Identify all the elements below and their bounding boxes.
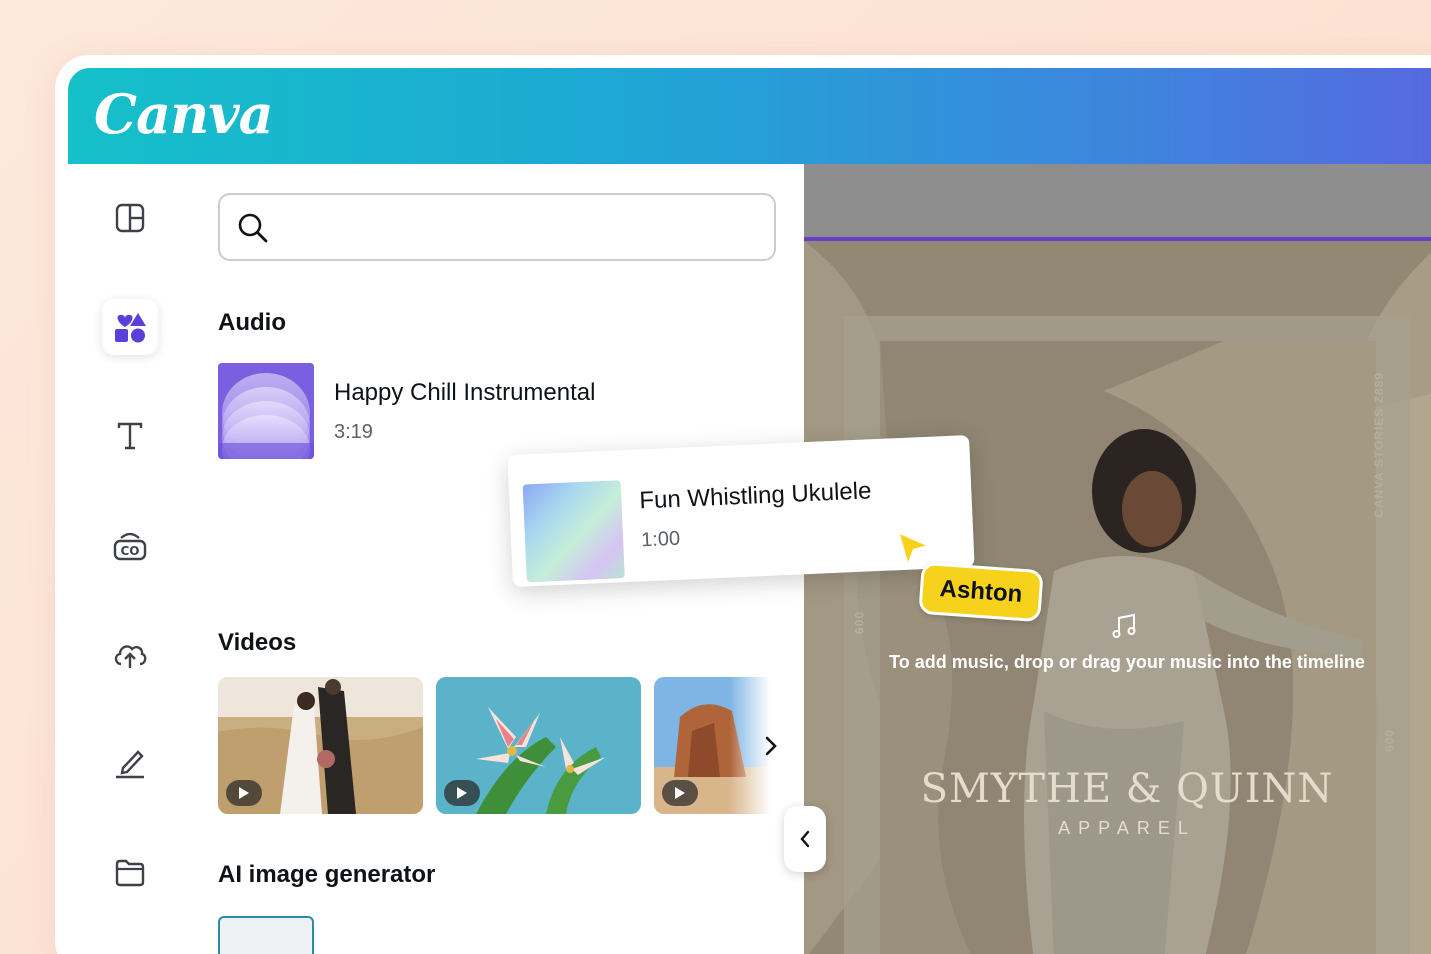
text-icon[interactable] [102, 408, 158, 464]
side-rail: CO [68, 164, 188, 954]
dragging-audio-thumbnail [522, 480, 625, 583]
canvas-side-number-right: 009 [1382, 730, 1396, 754]
videos-heading: Videos [218, 629, 297, 656]
music-note-icon [1110, 612, 1138, 645]
design-icon[interactable] [102, 190, 158, 246]
audio-item-duration: 3:19 [334, 421, 373, 443]
play-icon[interactable] [444, 780, 480, 806]
search-input[interactable] [284, 205, 764, 249]
audio-heading: Audio [218, 309, 286, 336]
audio-thumbnail[interactable] [218, 363, 314, 459]
collaborator-name-tag: Ashton [918, 561, 1044, 623]
video-thumbnail-desert[interactable] [654, 677, 770, 814]
play-icon[interactable] [226, 780, 262, 806]
drop-hint-text: To add music, drop or drag your music in… [889, 652, 1365, 672]
dragging-audio-title: Fun Whistling Ukulele [638, 477, 872, 515]
canva-logo[interactable]: Canva [94, 82, 274, 146]
design-photo[interactable] [804, 241, 1431, 954]
collaborator-cursor-icon [894, 528, 934, 573]
draw-icon[interactable] [102, 735, 158, 791]
projects-icon[interactable] [102, 844, 158, 900]
video-thumbnail-lilies[interactable] [436, 677, 641, 814]
canvas-side-label: CANVA STORIES Z889 [1372, 372, 1386, 518]
chevron-right-icon[interactable] [762, 734, 780, 763]
brand-icon[interactable]: CO [102, 517, 158, 573]
search-box[interactable] [218, 193, 776, 261]
search-icon [236, 211, 270, 250]
collapse-panel-button[interactable] [784, 806, 826, 872]
ai-generator-tile[interactable] [218, 916, 314, 954]
canvas-side-number: 009 [852, 612, 866, 636]
svg-text:CO: CO [120, 544, 139, 558]
video-thumbnail-wedding[interactable] [218, 677, 423, 814]
elements-icon[interactable] [102, 299, 158, 355]
ai-generator-heading: AI image generator [218, 861, 436, 888]
dragging-audio-duration: 1:00 [640, 527, 681, 552]
top-bar: Canva [68, 68, 1431, 164]
audio-item-title[interactable]: Happy Chill Instrumental [334, 379, 595, 407]
brand-name-text[interactable]: SMYTHE & QUINN [920, 766, 1334, 812]
brand-subtitle-text[interactable]: APPAREL [920, 818, 1334, 839]
play-icon[interactable] [662, 780, 698, 806]
uploads-icon[interactable] [102, 626, 158, 682]
